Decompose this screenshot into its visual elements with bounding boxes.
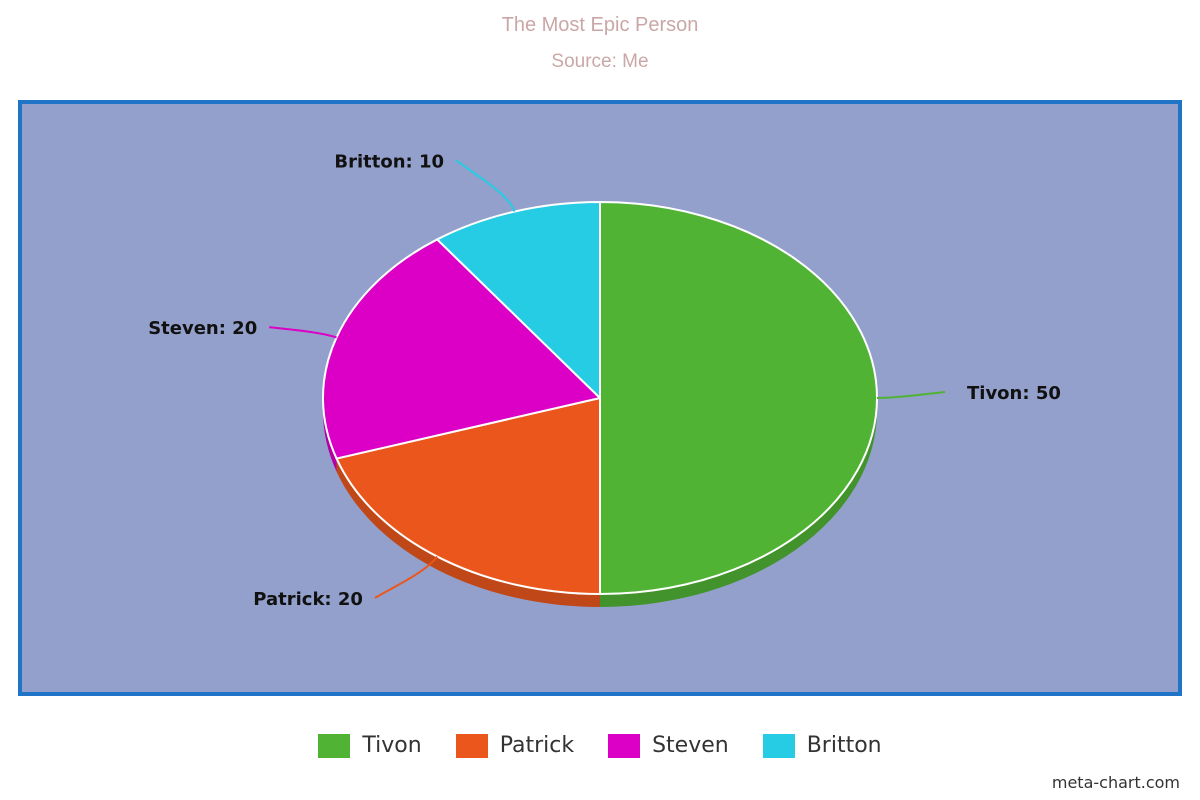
legend-item-tivon[interactable]: Tivon (318, 733, 422, 758)
legend: Tivon Patrick Steven Britton (0, 733, 1200, 758)
data-label-britton: Britton: 10 (334, 151, 444, 172)
legend-label-britton: Britton (806, 733, 882, 758)
data-label-steven: Steven: 20 (148, 318, 257, 339)
legend-item-steven[interactable]: Steven (608, 733, 729, 758)
legend-label-steven: Steven (652, 733, 729, 758)
legend-swatch-tivon (318, 733, 351, 758)
credit-link[interactable]: meta-chart.com (1052, 773, 1180, 792)
legend-label-patrick: Patrick (499, 733, 575, 758)
pie-slices (322, 201, 878, 595)
data-label-patrick: Patrick: 20 (253, 589, 363, 610)
legend-item-patrick[interactable]: Patrick (455, 733, 575, 758)
legend-swatch-steven (608, 733, 641, 758)
legend-swatch-patrick (455, 733, 488, 758)
legend-item-britton[interactable]: Britton (762, 733, 882, 758)
legend-swatch-britton (762, 733, 795, 758)
pie-chart: Tivon: 50 Patrick: 20 Steven: 20 Britton: 1… (18, 100, 1182, 696)
legend-label-tivon: Tivon (362, 733, 422, 758)
data-label-tivon: Tivon: 50 (967, 383, 1061, 404)
